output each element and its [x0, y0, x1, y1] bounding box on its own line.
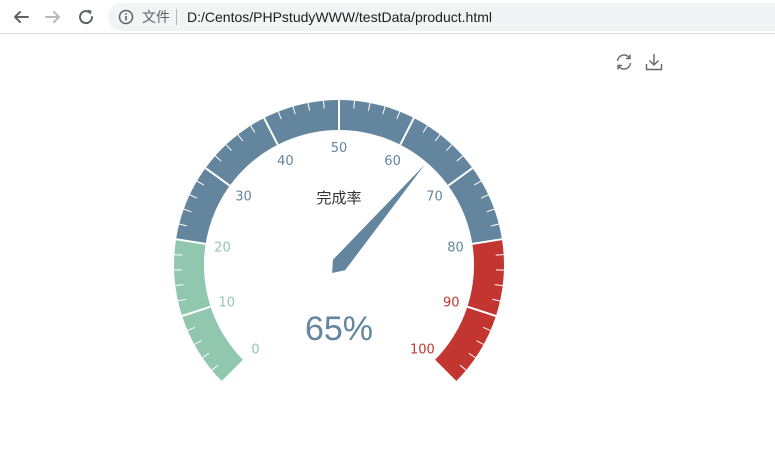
gauge-axis-label: 30	[235, 190, 252, 205]
gauge-axis-label: 50	[331, 141, 348, 156]
gauge-detail-value: 65%	[305, 310, 373, 348]
gauge-axis-label: 80	[447, 241, 464, 256]
gauge-title: 完成率	[316, 189, 361, 207]
gauge-axis-label: 20	[214, 241, 231, 256]
gauge-axis-label: 10	[219, 295, 236, 310]
gauge-minor-tick	[174, 254, 183, 256]
gauge-axis-label: 70	[426, 190, 443, 205]
gauge-axis-label: 60	[384, 154, 401, 169]
gauge-axis-label: 100	[410, 342, 435, 357]
gauge-chart: 0 10 20 30 40 50 60 70 80 90 100 完成率 65%	[174, 100, 504, 383]
gauge-axis-label: 0	[251, 342, 259, 357]
gauge-axis-label: 90	[443, 295, 460, 310]
gauge-axis-label: 40	[277, 154, 294, 169]
gauge-pointer-needle	[332, 164, 425, 274]
gauge-minor-tick	[495, 254, 504, 256]
